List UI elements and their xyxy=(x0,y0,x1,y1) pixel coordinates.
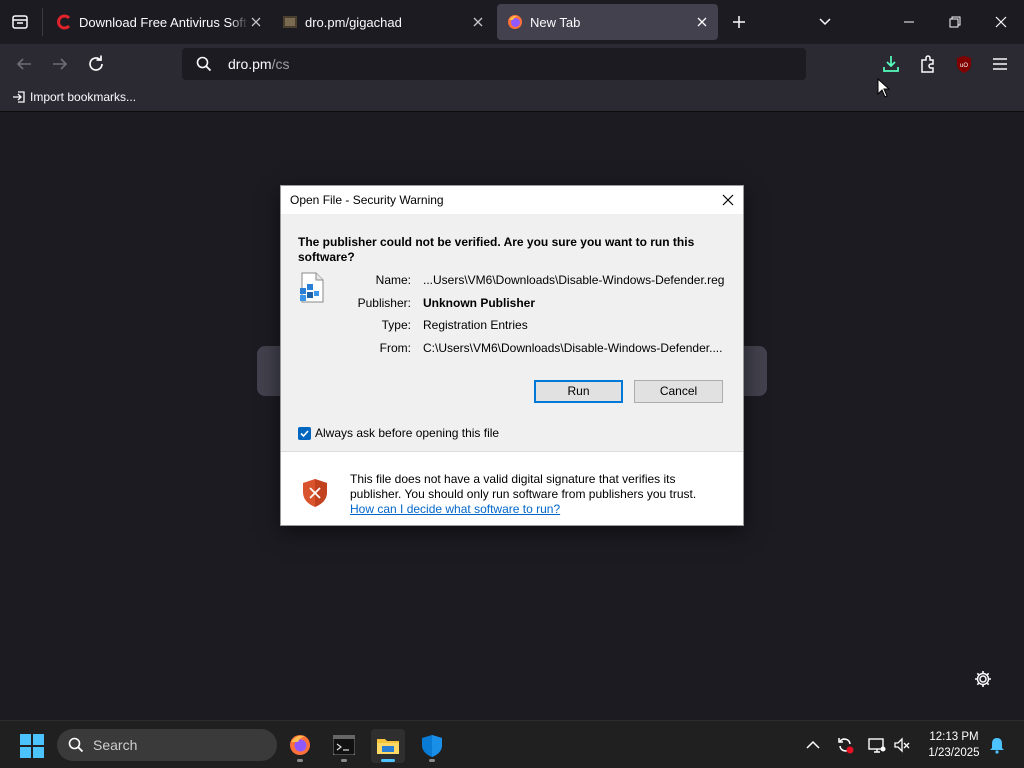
dialog-title: Open File - Security Warning xyxy=(290,193,444,207)
gear-icon[interactable] xyxy=(973,669,993,689)
prop-from-label: From: xyxy=(379,341,411,355)
prop-type-value: Registration Entries xyxy=(423,318,528,332)
always-ask-label: Always ask before opening this file xyxy=(315,426,500,440)
search-icon xyxy=(196,56,212,72)
svg-text:uO: uO xyxy=(960,63,968,69)
network-monitor-icon[interactable] xyxy=(867,735,887,755)
chevron-up-icon[interactable] xyxy=(803,735,823,755)
windows-taskbar: Search 12:13 PM 1/23/2025 xyxy=(0,720,1024,768)
import-icon xyxy=(13,91,25,103)
taskbar-firefox[interactable] xyxy=(283,729,317,763)
windows-security-shield-icon xyxy=(422,735,442,757)
close-icon[interactable] xyxy=(248,14,264,30)
close-icon[interactable] xyxy=(694,14,710,30)
tab-label: dro.pm/gigachad xyxy=(305,14,402,30)
mouse-cursor-icon xyxy=(877,78,891,98)
terminal-icon xyxy=(333,735,355,755)
search-icon xyxy=(68,737,84,753)
firefox-icon xyxy=(508,15,522,29)
run-button[interactable]: Run xyxy=(534,380,623,403)
prop-name-value: ...Users\VM6\Downloads\Disable-Windows-D… xyxy=(423,273,725,287)
taskbar-search-label: Search xyxy=(93,737,138,753)
close-icon[interactable] xyxy=(470,14,486,30)
taskbar-terminal[interactable] xyxy=(327,729,361,763)
plus-icon[interactable] xyxy=(731,14,747,30)
speaker-muted-icon[interactable] xyxy=(892,735,912,755)
menu-hamburger-icon[interactable] xyxy=(988,52,1012,76)
running-indicator xyxy=(381,759,395,762)
tab-gigachad[interactable]: dro.pm/gigachad xyxy=(272,4,494,40)
always-ask-option[interactable]: Always ask before opening this file xyxy=(298,426,499,440)
extensions-puzzle-icon[interactable] xyxy=(916,52,940,76)
minimize-icon[interactable] xyxy=(901,14,917,30)
prop-name-label: Name: xyxy=(375,273,411,287)
help-link[interactable]: How can I decide what software to run? xyxy=(350,502,720,517)
cancel-button[interactable]: Cancel xyxy=(634,380,723,403)
tab-label: New Tab xyxy=(530,14,581,30)
tab-fade xyxy=(230,4,248,40)
chevron-down-icon[interactable] xyxy=(817,14,833,30)
prop-from-value: C:\Users\VM6\Downloads\Disable-Windows-D… xyxy=(423,341,723,355)
running-indicator xyxy=(341,759,347,762)
navigation-toolbar: dro.pm/cs uO xyxy=(0,44,1024,84)
ublock-origin-icon[interactable]: uO xyxy=(952,52,976,76)
firefox-view-icon[interactable] xyxy=(11,13,29,31)
tab-download-antivirus[interactable]: Download Free Antivirus Software xyxy=(46,4,272,40)
taskbar-file-explorer[interactable] xyxy=(371,729,405,763)
url-text: dro.pm/cs xyxy=(228,56,289,72)
firefox-icon xyxy=(290,735,310,755)
download-icon[interactable] xyxy=(879,52,903,76)
clock-date: 1/23/2025 xyxy=(928,747,980,759)
url-path: /cs xyxy=(271,56,290,72)
system-clock[interactable]: 12:13 PM 1/23/2025 xyxy=(922,729,986,761)
folder-icon xyxy=(377,739,399,754)
footer-warning-text: This file does not have a valid digital … xyxy=(350,472,720,517)
taskbar-windows-security[interactable] xyxy=(415,729,449,763)
back-arrow-icon[interactable] xyxy=(12,52,36,76)
sync-alert-icon[interactable] xyxy=(835,735,855,755)
taskbar-search[interactable]: Search xyxy=(57,729,277,761)
dialog-question: The publisher could not be verified. Are… xyxy=(298,235,695,264)
reload-icon[interactable] xyxy=(84,52,108,76)
restore-icon[interactable] xyxy=(947,14,963,30)
running-indicator xyxy=(297,759,303,762)
notification-bell-icon[interactable] xyxy=(987,735,1007,755)
always-ask-checkbox[interactable] xyxy=(298,426,311,440)
close-icon[interactable] xyxy=(719,191,737,209)
running-indicator xyxy=(429,759,435,762)
url-host: dro.pm xyxy=(228,56,272,72)
tab-strip: Download Free Antivirus Software dro.pm/… xyxy=(0,0,1024,44)
image-favicon xyxy=(283,16,297,28)
comodo-c-icon xyxy=(57,14,71,30)
prop-publisher-label: Publisher: xyxy=(357,296,411,310)
tab-new-tab[interactable]: New Tab xyxy=(497,4,718,40)
shield-warning-icon xyxy=(303,479,327,507)
checkmark-icon xyxy=(300,429,309,437)
prop-type-label: Type: xyxy=(381,318,411,332)
footer-warning-message: This file does not have a valid digital … xyxy=(350,472,697,501)
bookmarks-toolbar: Import bookmarks... xyxy=(0,84,1024,112)
import-bookmarks-button[interactable]: Import bookmarks... xyxy=(12,90,136,104)
windows-start-icon[interactable] xyxy=(20,734,44,758)
address-bar[interactable]: dro.pm/cs xyxy=(182,48,806,80)
tab-label: Download Free Antivirus Software xyxy=(79,14,247,30)
clock-time: 12:13 PM xyxy=(929,731,979,743)
dialog-titlebar[interactable]: Open File - Security Warning xyxy=(281,186,743,214)
security-warning-dialog: Open File - Security Warning The publish… xyxy=(280,185,744,526)
dialog-footer: This file does not have a valid digital … xyxy=(281,451,743,525)
close-window-icon[interactable] xyxy=(993,14,1009,30)
prop-publisher-value: Unknown Publisher xyxy=(423,296,536,310)
forward-arrow-icon[interactable] xyxy=(48,52,72,76)
import-bookmarks-label: Import bookmarks... xyxy=(30,90,137,104)
